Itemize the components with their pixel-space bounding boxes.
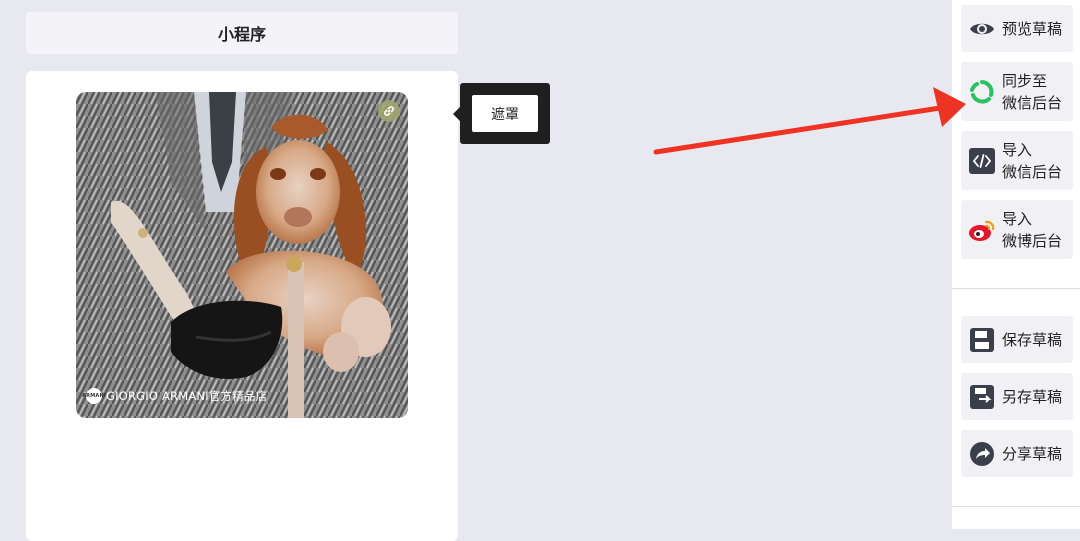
save-as-draft-label: 另存草稿	[1002, 387, 1063, 406]
mask-button[interactable]: 遮罩	[472, 95, 538, 132]
save-draft-label: 保存草稿	[1002, 330, 1063, 349]
page-title: 小程序	[26, 12, 458, 54]
preview-draft-button[interactable]: 预览草稿	[961, 5, 1073, 52]
right-sidebar: 预览草稿 同步至 微信后台 导入 微信后台 导入 微博后台 保存草稿 另存草稿 …	[952, 0, 1080, 529]
save-as-draft-button[interactable]: 另存草稿	[961, 373, 1073, 420]
import-weibo-line1: 导入	[1002, 209, 1033, 228]
share-draft-label: 分享草稿	[1002, 444, 1063, 463]
import-wechat-line1: 导入	[1002, 140, 1033, 159]
sync-wechat-button[interactable]: 同步至 微信后台	[961, 62, 1073, 121]
shop-name: GIORGIO ARMANI官方精品店	[106, 389, 268, 403]
save-icon	[968, 326, 996, 354]
sidebar-divider-bottom	[952, 506, 1080, 507]
share-draft-button[interactable]: 分享草稿	[961, 430, 1073, 477]
link-icon	[378, 100, 400, 122]
code-icon	[968, 147, 996, 175]
miniprogram-image[interactable]: ARMANI GIORGIO ARMANI官方精品店	[76, 92, 408, 418]
import-weibo-line2: 微博后台	[1002, 231, 1063, 250]
preview-draft-label: 预览草稿	[1002, 19, 1063, 38]
wechat-sync-icon	[968, 78, 996, 106]
dog-photo	[76, 92, 408, 418]
import-weibo-button[interactable]: 导入 微博后台	[961, 200, 1073, 259]
share-icon	[968, 440, 996, 468]
mask-popup: 遮罩	[453, 83, 550, 144]
weibo-icon	[968, 216, 996, 244]
import-wechat-line2: 微信后台	[1002, 162, 1063, 181]
save-draft-button[interactable]: 保存草稿	[961, 316, 1073, 363]
shop-logo: ARMANI	[82, 388, 106, 404]
save-as-icon	[968, 383, 996, 411]
sync-label-line1: 同步至	[1002, 71, 1048, 90]
shop-label: ARMANI GIORGIO ARMANI官方精品店	[82, 388, 268, 404]
import-wechat-button[interactable]: 导入 微信后台	[961, 131, 1073, 190]
sync-label-line2: 微信后台	[1002, 93, 1063, 112]
eye-icon	[968, 15, 996, 43]
sidebar-divider	[952, 288, 1080, 289]
